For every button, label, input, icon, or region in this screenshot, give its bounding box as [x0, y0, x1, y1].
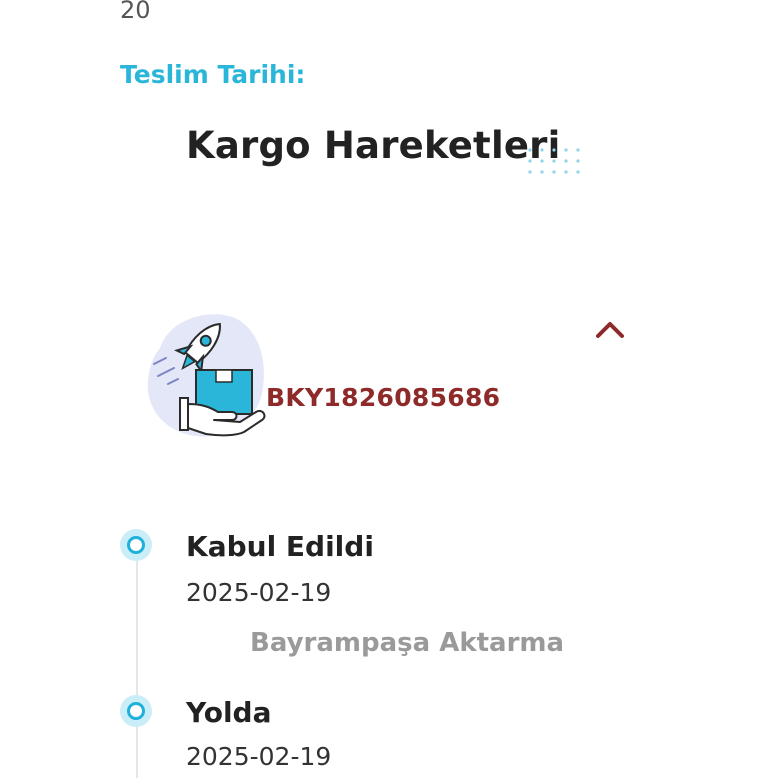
- timeline-status-date: 2025-02-19: [186, 578, 332, 607]
- timeline-line: [136, 548, 138, 778]
- timeline-status-title: Kabul Edildi: [186, 530, 374, 563]
- timeline-status-date: 2025-02-19: [186, 742, 332, 771]
- partial-value-text: 20: [120, 0, 151, 24]
- delivery-date-label: Teslim Tarihi:: [120, 60, 306, 89]
- timeline-status-dot: [120, 529, 152, 561]
- decorative-dots-icon: [528, 148, 580, 174]
- rocket-box-hand-icon: [147, 314, 266, 437]
- timeline-status-title: Yolda: [186, 696, 272, 729]
- timeline-status-location: Bayrampaşa Aktarma: [250, 628, 565, 658]
- section-title: Kargo Hareketleri: [186, 124, 561, 167]
- chevron-up-icon[interactable]: [594, 318, 626, 342]
- timeline-status-dot: [120, 695, 152, 727]
- tracking-code: BKY1826085686: [266, 383, 501, 412]
